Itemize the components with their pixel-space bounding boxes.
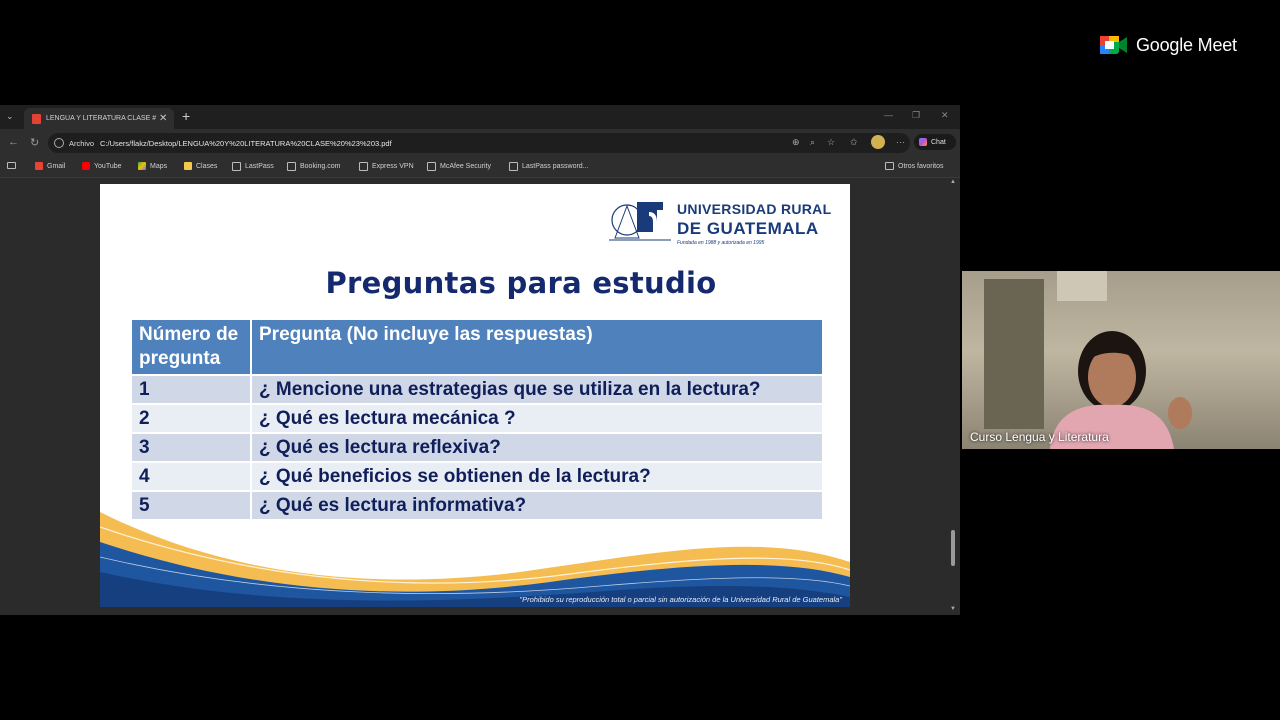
profile-avatar[interactable]	[871, 135, 885, 149]
scrollbar[interactable]: ▲ ▼	[948, 178, 958, 615]
bookmark-label: LastPass	[245, 163, 274, 170]
bookmark-maps[interactable]: Maps	[138, 162, 167, 170]
globe-icon	[509, 162, 518, 171]
bookmark-label: McAfee Security	[440, 163, 491, 170]
question-text: ¿ Qué beneficios se obtienen de la lectu…	[252, 463, 822, 490]
scroll-up-icon[interactable]: ▲	[950, 179, 956, 185]
maps-icon	[138, 162, 146, 170]
participant-name: Curso Lengua y Literatura	[970, 430, 1109, 444]
reload-icon[interactable]: ↻	[30, 136, 39, 149]
question-number: 1	[132, 376, 252, 403]
question-text: ¿ Mencione una estrategias que se utiliz…	[252, 376, 822, 403]
info-icon[interactable]	[54, 138, 64, 148]
bookmark-youtube[interactable]: YouTube	[82, 162, 122, 170]
university-logo: UNIVERSIDAD RURAL DE GUATEMALA Fundada e…	[607, 198, 831, 248]
bookmark-label: Gmail	[47, 162, 66, 170]
table-row: 1 ¿ Mencione una estrategias que se util…	[132, 376, 822, 403]
globe-icon	[287, 162, 296, 171]
logo-text-line1: UNIVERSIDAD RURAL	[677, 201, 832, 217]
bookmark-label: Maps	[150, 162, 168, 170]
tab-bar: ⌄ LENGUA Y LITERATURA CLASE # 3 ✕ + — ❐ …	[0, 105, 960, 129]
google-meet-icon	[1100, 36, 1127, 54]
scroll-down-icon[interactable]: ▼	[950, 606, 956, 612]
bookmark-lastpass[interactable]: LastPass	[232, 162, 274, 171]
youtube-icon	[82, 162, 90, 170]
address-bar[interactable]: Archivo C:/Users/flakz/Desktop/LENGUA%20…	[48, 133, 910, 153]
folder-icon	[885, 162, 894, 170]
minimize-icon[interactable]: —	[884, 110, 893, 120]
restore-icon[interactable]: ❐	[912, 110, 920, 121]
chat-label: Chat	[931, 138, 946, 146]
copilot-icon	[919, 138, 927, 146]
bookmark-lastpass-password[interactable]: LastPass password...	[509, 162, 589, 171]
tab-active[interactable]: LENGUA Y LITERATURA CLASE # 3 ✕	[24, 108, 174, 129]
decorative-wave	[100, 512, 850, 607]
table-row: 2 ¿ Qué es lectura mecánica ?	[132, 405, 822, 432]
bookmark-label: YouTube	[94, 162, 122, 170]
globe-icon	[427, 162, 436, 171]
university-emblem-icon	[609, 202, 671, 241]
logo-text-line2: DE GUATEMALA	[677, 219, 819, 238]
header-number: Número de pregunta	[132, 320, 252, 374]
tab-title: LENGUA Y LITERATURA CLASE # 3	[46, 115, 156, 122]
back-icon[interactable]: ←	[8, 136, 19, 148]
chat-button[interactable]: Chat	[914, 134, 956, 150]
slide-title: Preguntas para estudio	[325, 266, 717, 300]
question-number: 2	[132, 405, 252, 432]
bookmark-label: Clases	[196, 162, 218, 170]
globe-icon	[232, 162, 241, 171]
header-question: Pregunta (No incluye las respuestas)	[252, 320, 822, 374]
bookmark-mcafee[interactable]: McAfee Security	[427, 162, 491, 171]
address-url[interactable]: C:/Users/flakz/Desktop/LENGUA%20Y%20LITE…	[100, 139, 392, 148]
tab-search-icon[interactable]: ⌄	[6, 111, 14, 122]
questions-table: Número de pregunta Pregunta (No incluye …	[132, 318, 822, 521]
background-picture	[1057, 271, 1107, 301]
google-meet-brand: Google Meet	[1100, 34, 1237, 56]
bookmark-label: Express VPN	[372, 163, 414, 170]
bookmark-clases[interactable]: Clases	[184, 162, 217, 170]
globe-icon	[359, 162, 368, 171]
translate-icon[interactable]: ⊕	[792, 137, 800, 148]
question-number: 3	[132, 434, 252, 461]
apps-icon[interactable]	[7, 162, 20, 169]
other-favorites-label: Otros favoritos	[898, 162, 944, 170]
bookmark-expressvpn[interactable]: Express VPN	[359, 162, 414, 171]
table-header-row: Número de pregunta Pregunta (No incluye …	[132, 320, 822, 374]
google-meet-label: Google Meet	[1136, 34, 1237, 55]
background-frame	[984, 279, 1044, 429]
other-favorites[interactable]: Otros favoritos	[885, 162, 944, 170]
favorites-icon[interactable]: ✩	[850, 137, 858, 148]
address-row: ← ↻ Archivo C:/Users/flakz/Desktop/LENGU…	[0, 129, 960, 157]
gmail-icon	[35, 162, 43, 170]
address-scheme: Archivo	[69, 138, 95, 148]
pdf-page-slide: UNIVERSIDAD RURAL DE GUATEMALA Fundada e…	[100, 184, 850, 607]
question-text: ¿ Qué es lectura reflexiva?	[252, 434, 822, 461]
participant-video-tile[interactable]: Curso Lengua y Literatura	[962, 271, 1280, 449]
bookmark-label: Booking.com	[300, 163, 341, 170]
menu-icon[interactable]: ···	[896, 137, 905, 147]
new-tab-button[interactable]: +	[182, 108, 190, 124]
copyright-footer: "Prohibido su reproducción total o parci…	[519, 595, 842, 604]
pdf-icon	[32, 113, 41, 124]
question-text: ¿ Qué es lectura mecánica ?	[252, 405, 822, 432]
bookmark-booking[interactable]: Booking.com	[287, 162, 340, 171]
logo-text-line3: Fundada en 1988 y autorizada en 1995	[677, 240, 765, 246]
star-icon[interactable]: ☆	[827, 137, 835, 148]
table-row: 4 ¿ Qué beneficios se obtienen de la lec…	[132, 463, 822, 490]
close-tab-icon[interactable]: ✕	[159, 113, 167, 124]
scroll-thumb[interactable]	[951, 530, 955, 566]
bookmark-label: LastPass password...	[522, 163, 589, 170]
bookmark-gmail[interactable]: Gmail	[35, 162, 65, 170]
bookmarks-bar: Gmail YouTube Maps Clases LastPass Booki…	[0, 157, 960, 178]
question-number: 4	[132, 463, 252, 490]
close-window-icon[interactable]: ✕	[941, 110, 949, 121]
zoom-icon[interactable]: ⌕	[810, 137, 815, 148]
clases-icon	[184, 162, 192, 170]
table-row: 3 ¿ Qué es lectura reflexiva?	[132, 434, 822, 461]
